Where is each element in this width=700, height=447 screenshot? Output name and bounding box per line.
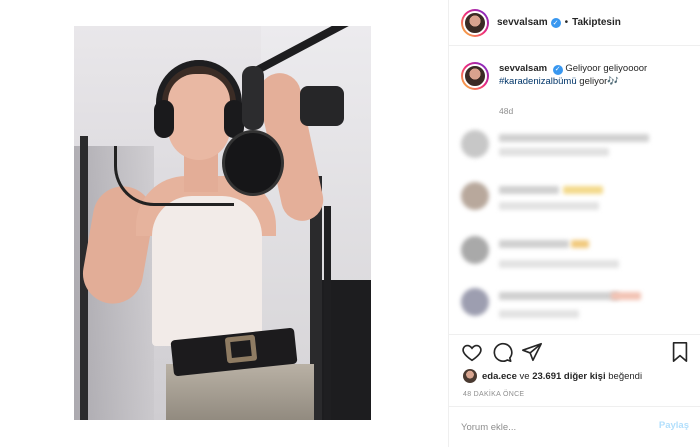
photo-buckle (224, 334, 258, 364)
photo-mic-mount (300, 86, 344, 126)
heart-icon[interactable] (461, 341, 483, 363)
liker-avatar[interactable] (463, 369, 477, 383)
comment-blurred-text (499, 240, 569, 248)
comment-blurred-meta (499, 148, 609, 156)
photo-pop-filter (222, 130, 284, 196)
post-timestamp[interactable]: 48 DAKİKA ÖNCE (463, 391, 524, 398)
likes-connector: ve (519, 370, 530, 382)
caption-avatar-image (463, 64, 487, 88)
comment-blurred-text (499, 292, 619, 300)
comment-form: Paylaş (449, 406, 700, 447)
photo-cable (114, 146, 234, 206)
comment-blurred-text (499, 186, 559, 194)
verified-icon: ✓ (550, 17, 561, 28)
comment-blurred-emoji (571, 240, 589, 248)
caption-body-after: geliyor (579, 76, 608, 87)
photo-microphone (242, 66, 264, 130)
post-comment-button[interactable]: Paylaş (659, 420, 689, 431)
follow-status-button[interactable]: Takiptesin (572, 17, 621, 28)
caption-body: Geliyoor geliyoooor (565, 63, 648, 74)
likes-count[interactable]: 23.691 diğer kişi (532, 371, 605, 382)
comment-item (461, 234, 691, 270)
instagram-post: sevvalsam ✓ • Takiptesin sevvalsam ✓ Gel… (0, 0, 700, 447)
comment-avatar (461, 130, 489, 158)
caption-username[interactable]: sevvalsam (499, 63, 547, 74)
post-photo[interactable] (74, 26, 371, 420)
bookmark-icon[interactable] (669, 341, 691, 363)
comment-input[interactable] (461, 419, 641, 435)
comment-blurred-emoji (563, 186, 603, 194)
post-header: sevvalsam ✓ • Takiptesin (449, 0, 700, 46)
comment-blurred-meta (499, 310, 579, 318)
photo-area (0, 0, 448, 447)
comment-item (461, 180, 691, 216)
comment-avatar (461, 288, 489, 316)
avatar[interactable] (461, 8, 489, 37)
comment-blurred-text (499, 134, 649, 142)
avatar-image (463, 10, 487, 35)
comment-item (461, 286, 691, 322)
share-icon[interactable] (521, 341, 543, 363)
comment-avatar (461, 182, 489, 210)
header-separator: • (564, 17, 569, 28)
photo-tank-top (152, 196, 262, 346)
liker-username[interactable]: eda.ece (482, 371, 517, 382)
comment-blurred-meta (499, 202, 599, 210)
post-caption: sevvalsam ✓ Geliyoor geliyoooor #karaden… (461, 62, 691, 90)
post-sidebar: sevvalsam ✓ • Takiptesin sevvalsam ✓ Gel… (448, 0, 700, 447)
music-note-icon: 🎶 (607, 76, 620, 87)
comment-blurred-meta (499, 260, 619, 268)
caption-verified-icon: ✓ (552, 64, 563, 75)
header-username[interactable]: sevvalsam (497, 17, 548, 28)
likes-suffix: beğendi (608, 370, 643, 382)
comment-blurred-emoji (611, 292, 641, 300)
comment-icon[interactable] (491, 341, 513, 363)
comment-avatar (461, 236, 489, 264)
comment-item (461, 128, 691, 164)
caption-hashtag[interactable]: #karadenizalbümü (499, 76, 577, 87)
mic-stand-cable (324, 206, 331, 420)
caption-text: sevvalsam ✓ Geliyoor geliyoooor #karaden… (499, 62, 647, 90)
caption-avatar[interactable] (461, 62, 489, 90)
photo-headphone-cup-left (154, 100, 174, 138)
likes-summary: eda.ece ve 23.691 diğer kişi beğendi (463, 369, 642, 383)
action-bar (461, 341, 689, 365)
caption-age: 48d (499, 106, 514, 116)
